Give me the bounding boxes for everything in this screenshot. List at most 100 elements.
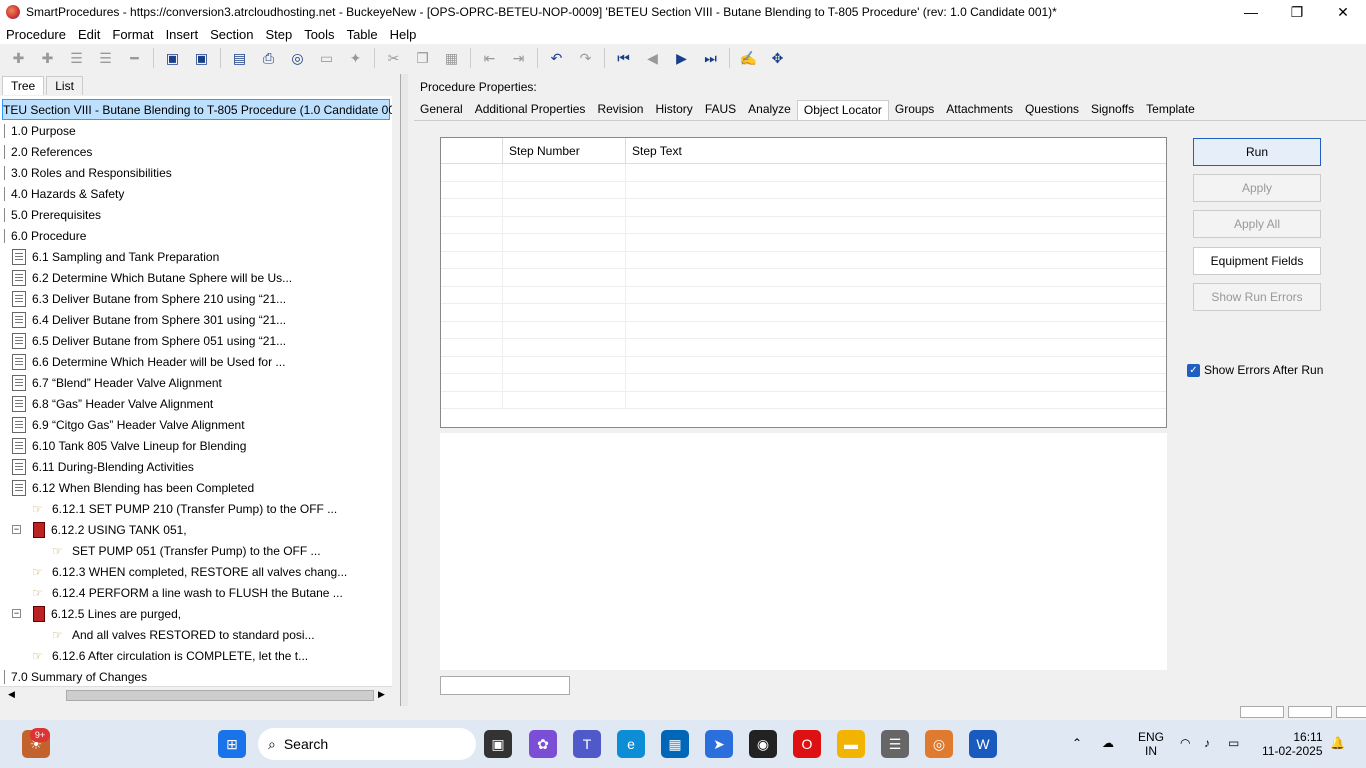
horizontal-scrollbar[interactable]: ◀ ▶: [0, 686, 392, 703]
tab-object-locator[interactable]: Object Locator: [796, 100, 889, 120]
folder-icon[interactable]: ▬: [837, 730, 865, 758]
panel-splitter[interactable]: [400, 74, 408, 706]
tree-item[interactable]: 6.4 Deliver Butane from Sphere 301 using…: [12, 309, 286, 330]
apply-button[interactable]: Apply: [1193, 174, 1321, 202]
tree-item[interactable]: 6.12 When Blending has been Completed: [12, 477, 254, 498]
volume-icon[interactable]: ♪: [1204, 736, 1210, 750]
menu-insert[interactable]: Insert: [160, 27, 205, 42]
add-icon[interactable]: ✚: [4, 46, 33, 70]
print-icon[interactable]: ⎙: [254, 46, 283, 70]
tree-item[interactable]: 6.0 Procedure: [4, 225, 86, 246]
tree-item[interactable]: 6.5 Deliver Butane from Sphere 051 using…: [12, 330, 286, 351]
list-icon[interactable]: ☰: [62, 46, 91, 70]
show-run-errors-button[interactable]: Show Run Errors: [1193, 283, 1321, 311]
chevron-up-icon[interactable]: ⌃: [1072, 736, 1082, 750]
list-light-icon[interactable]: ☰: [91, 46, 120, 70]
show-errors-checkbox-row[interactable]: ✓ Show Errors After Run: [1187, 363, 1323, 377]
tree-item[interactable]: 6.6 Determine Which Header will be Used …: [12, 351, 285, 372]
last-icon[interactable]: ⏭: [696, 46, 725, 70]
remote-icon[interactable]: ➤: [705, 730, 733, 758]
tree-item[interactable]: − 6.12.5 Lines are purged,: [12, 603, 181, 624]
wifi-icon[interactable]: ◠: [1180, 736, 1190, 750]
tab-history[interactable]: History: [649, 100, 698, 120]
tree-item[interactable]: ☞ 6.12.3 WHEN completed, RESTORE all valv…: [32, 561, 347, 582]
notification-bell-icon[interactable]: 🔔: [1330, 736, 1345, 750]
tree-item[interactable]: 6.3 Deliver Butane from Sphere 210 using…: [12, 288, 286, 309]
signature-icon[interactable]: ✍: [734, 46, 763, 70]
battery-icon[interactable]: ▭: [1228, 736, 1239, 750]
tab-analyze[interactable]: Analyze: [742, 100, 797, 120]
menu-format[interactable]: Format: [106, 27, 159, 42]
table-row[interactable]: [441, 164, 1166, 182]
word-icon[interactable]: W: [969, 730, 997, 758]
grid-header-step-number[interactable]: Step Number: [503, 138, 626, 163]
preview-icon[interactable]: ▤: [225, 46, 254, 70]
contacts-icon[interactable]: ☰: [881, 730, 909, 758]
tab-questions[interactable]: Questions: [1019, 100, 1085, 120]
tree-item[interactable]: ☞ 6.12.4 PERFORM a line wash to FLUSH the…: [32, 582, 343, 603]
search-box[interactable]: ⌕ Search: [258, 728, 476, 760]
tab-groups[interactable]: Groups: [889, 100, 940, 120]
table-row[interactable]: [441, 321, 1166, 339]
apply-all-button[interactable]: Apply All: [1193, 210, 1321, 238]
tree-item[interactable]: 6.2 Determine Which Butane Sphere will b…: [12, 267, 292, 288]
table-row[interactable]: [441, 234, 1166, 252]
tree-item[interactable]: 7.0 Summary of Changes: [4, 666, 147, 686]
language-indicator[interactable]: ENG IN: [1138, 730, 1164, 758]
collapse-icon[interactable]: −: [12, 609, 21, 618]
opera-icon[interactable]: O: [793, 730, 821, 758]
tab-template[interactable]: Template: [1140, 100, 1201, 120]
tree-item[interactable]: 5.0 Prerequisites: [4, 204, 101, 225]
paste-icon[interactable]: ▦: [437, 46, 466, 70]
restore-button[interactable]: ❐: [1274, 0, 1320, 24]
tree-item[interactable]: 6.7 “Blend” Header Valve Alignment: [12, 372, 222, 393]
grid-header-step-text[interactable]: Step Text: [626, 138, 1166, 163]
outdent-icon[interactable]: ⇤: [475, 46, 504, 70]
move-icon[interactable]: ✥: [763, 46, 792, 70]
table-row[interactable]: [441, 216, 1166, 234]
tree-item[interactable]: 6.1 Sampling and Tank Preparation: [12, 246, 219, 267]
menu-step[interactable]: Step: [259, 27, 298, 42]
menu-table[interactable]: Table: [341, 27, 384, 42]
add-child-icon[interactable]: ✚: [33, 46, 62, 70]
tab-tree[interactable]: Tree: [2, 76, 45, 95]
menu-section[interactable]: Section: [204, 27, 259, 42]
results-grid[interactable]: Step Number Step Text: [440, 137, 1167, 428]
table-row[interactable]: [441, 356, 1166, 374]
task-view-icon[interactable]: ▣: [484, 730, 512, 758]
previous-icon[interactable]: ◀: [638, 46, 667, 70]
tree-item[interactable]: ☞ And all valves RESTORED to standard pos…: [52, 624, 315, 645]
table-row[interactable]: [441, 339, 1166, 357]
tree-item[interactable]: − 6.12.2 USING TANK 051,: [12, 519, 187, 540]
tree-item[interactable]: ☞ 6.12.1 SET PUMP 210 (Transfer Pump) to …: [32, 498, 337, 519]
tree-item[interactable]: 1.0 Purpose: [4, 120, 76, 141]
table-row[interactable]: [441, 181, 1166, 199]
tab-faus[interactable]: FAUS: [699, 100, 742, 120]
copy-icon[interactable]: ❐: [408, 46, 437, 70]
tree-item[interactable]: ☞ 6.12.6 After circulation is COMPLETE, l…: [32, 645, 308, 666]
tab-additional-properties[interactable]: Additional Properties: [469, 100, 592, 120]
table-row[interactable]: [441, 286, 1166, 304]
tab-general[interactable]: General: [414, 100, 469, 120]
tree-item[interactable]: 6.8 “Gas” Header Valve Alignment: [12, 393, 213, 414]
magic-icon[interactable]: ✦: [341, 46, 370, 70]
dell-icon[interactable]: ◉: [749, 730, 777, 758]
clock[interactable]: 16:11 11-02-2025: [1262, 730, 1323, 758]
copilot-icon[interactable]: ✿: [529, 730, 557, 758]
save-icon[interactable]: ▣: [187, 46, 216, 70]
scroll-left-icon[interactable]: ◀: [8, 689, 15, 700]
indent-icon[interactable]: ⇥: [504, 46, 533, 70]
start-icon[interactable]: ⊞: [218, 730, 246, 758]
remove-icon[interactable]: ━: [120, 46, 149, 70]
tree-item[interactable]: 3.0 Roles and Responsibilities: [4, 162, 172, 183]
menu-edit[interactable]: Edit: [72, 27, 106, 42]
equipment-fields-button[interactable]: Equipment Fields: [1193, 247, 1321, 275]
tree-item[interactable]: 2.0 References: [4, 141, 92, 162]
run-button[interactable]: Run: [1193, 138, 1321, 166]
table-row[interactable]: [441, 391, 1166, 409]
save-as-icon[interactable]: ▣: [158, 46, 187, 70]
tree-item[interactable]: 6.11 During-Blending Activities: [12, 456, 194, 477]
next-icon[interactable]: ▶: [667, 46, 696, 70]
store-icon[interactable]: ▦: [661, 730, 689, 758]
scrollbar-thumb[interactable]: [66, 690, 374, 701]
